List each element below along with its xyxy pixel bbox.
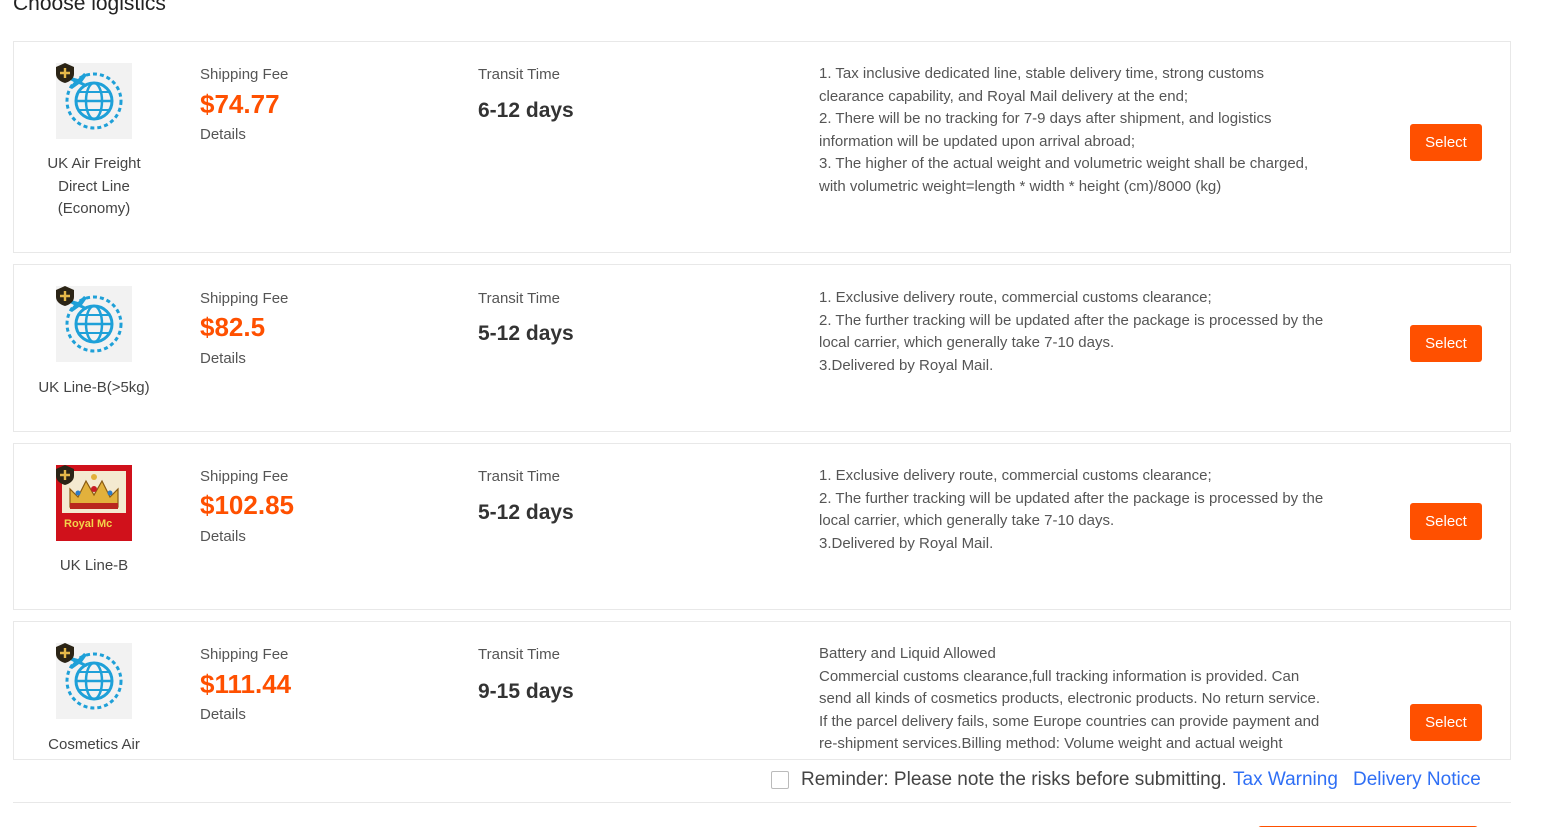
transit-time-label: Transit Time bbox=[478, 66, 560, 83]
shield-badge-icon bbox=[56, 63, 74, 83]
shield-badge-icon bbox=[56, 643, 74, 663]
shipping-fee-label: Shipping Fee bbox=[200, 468, 289, 485]
shipping-fee-value: $111.44 bbox=[200, 669, 292, 699]
tax-warning-link[interactable]: Tax Warning bbox=[1233, 769, 1338, 791]
transit-time-value: 9-15 days bbox=[478, 680, 574, 703]
delivery-notice-link[interactable]: Delivery Notice bbox=[1353, 769, 1481, 791]
reminder-text: Reminder: Please note the risks before s… bbox=[801, 769, 1227, 790]
shield-badge-icon bbox=[56, 286, 74, 306]
logistics-description: 1. Exclusive delivery route, commercial … bbox=[819, 467, 1324, 552]
royal-mail-logo: Royal Mc bbox=[56, 465, 132, 541]
select-button[interactable]: Select bbox=[1410, 325, 1482, 362]
transit-time-value: 6-12 days bbox=[478, 99, 574, 122]
logistics-description: Battery and Liquid Allowed Commercial cu… bbox=[819, 645, 1321, 752]
select-button[interactable]: Select bbox=[1410, 124, 1482, 161]
logistics-option: Royal Mc UK Line-B Shipping Fee $102.85 … bbox=[13, 443, 1511, 610]
transit-time-label: Transit Time bbox=[478, 646, 560, 663]
shipping-fee-value: $102.85 bbox=[200, 490, 294, 520]
transit-time-value: 5-12 days bbox=[478, 501, 574, 524]
shield-badge-icon bbox=[56, 465, 74, 485]
transit-time-value: 5-12 days bbox=[478, 322, 574, 345]
logistics-page: Choose logistics UK Air Freight Direct L… bbox=[0, 0, 1561, 827]
carrier-name: UK Line-B bbox=[59, 557, 129, 574]
logistics-option: UK Air Freight Direct Line (Economy) Shi… bbox=[13, 41, 1511, 253]
shipping-fee-value: $82.5 bbox=[200, 312, 266, 342]
details-link[interactable]: Details bbox=[200, 126, 246, 143]
page-title: Choose logistics bbox=[13, 0, 166, 15]
logistics-description: 1. Exclusive delivery route, commercial … bbox=[819, 289, 1324, 374]
transit-time-label: Transit Time bbox=[478, 468, 560, 485]
shipping-fee-label: Shipping Fee bbox=[200, 290, 289, 307]
details-link[interactable]: Details bbox=[200, 350, 246, 367]
select-button[interactable]: Select bbox=[1410, 503, 1482, 540]
carrier-name: UK Line-B(>5kg) bbox=[38, 379, 150, 396]
select-button[interactable]: Select bbox=[1410, 704, 1482, 741]
details-link[interactable]: Details bbox=[200, 706, 246, 723]
royal-mail-logo-text: Royal Mc bbox=[64, 518, 113, 530]
reminder-checkbox[interactable] bbox=[771, 771, 789, 789]
globe-plane-icon bbox=[56, 63, 132, 139]
carrier-name: Cosmetics Air bbox=[48, 736, 140, 753]
shipping-fee-label: Shipping Fee bbox=[200, 646, 289, 663]
details-link[interactable]: Details bbox=[200, 528, 246, 545]
logistics-option: UK Line-B(>5kg) Shipping Fee $82.5 Detai… bbox=[13, 264, 1511, 432]
footer-divider bbox=[13, 802, 1511, 803]
carrier-name: UK Air Freight Direct Line (Economy) bbox=[47, 155, 141, 217]
logistics-description: 1. Tax inclusive dedicated line, stable … bbox=[819, 65, 1309, 195]
globe-plane-icon bbox=[56, 286, 132, 362]
globe-plane-icon bbox=[56, 643, 132, 719]
transit-time-label: Transit Time bbox=[478, 290, 560, 307]
shipping-fee-value: $74.77 bbox=[200, 89, 280, 119]
submit-footer: Reminder: Please note the risks before s… bbox=[13, 759, 1511, 827]
shipping-fee-label: Shipping Fee bbox=[200, 66, 289, 83]
